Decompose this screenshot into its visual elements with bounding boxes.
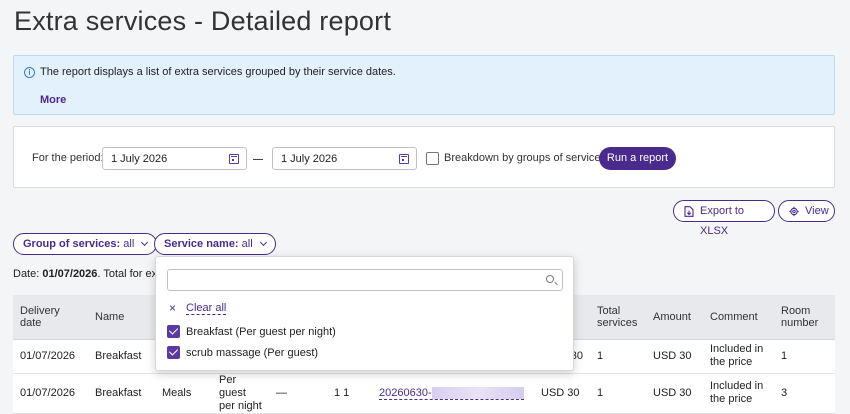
chevron-down-icon xyxy=(141,238,149,247)
redacted-block xyxy=(431,386,524,399)
date-from-input[interactable]: 1 July 2026 xyxy=(102,147,247,170)
filter-panel: For the period: 1 July 2026 1 July 2026 … xyxy=(13,126,835,188)
clear-all-link[interactable]: Clear all xyxy=(186,302,227,315)
date-to-input[interactable]: 1 July 2026 xyxy=(272,147,417,170)
cell-unit: Per guest per night xyxy=(212,373,269,414)
cell-dash: — xyxy=(269,373,327,414)
col-room-number: Room number xyxy=(774,295,835,340)
booking-link[interactable]: 20260630- xyxy=(379,386,524,400)
date-from-value: 1 July 2026 xyxy=(111,153,168,165)
summary-prefix: Date: xyxy=(13,268,40,280)
col-comment: Comment xyxy=(703,295,774,340)
export-label: Export to XLSX xyxy=(700,205,745,237)
cell-total: 1 xyxy=(590,339,646,374)
calendar-icon[interactable] xyxy=(399,154,409,164)
group-filter-value: all xyxy=(123,238,135,250)
cell-comment: Included in the price xyxy=(703,339,774,374)
option-label-breakfast[interactable]: Breakfast (Per guest per night) xyxy=(186,326,336,338)
col-amount: Amount xyxy=(646,295,703,340)
cell-amount: USD 30 xyxy=(646,373,703,414)
option-checkbox-scrub-massage[interactable] xyxy=(167,346,180,359)
clear-icon[interactable]: × xyxy=(169,301,176,315)
cell-total: 1 xyxy=(590,373,646,414)
group-of-services-filter[interactable]: Group of services: all xyxy=(13,233,158,255)
date-range-dash xyxy=(253,159,263,160)
booking-number: 20260630- xyxy=(379,386,432,399)
info-icon: i xyxy=(24,67,35,78)
info-text: The report displays a list of extra serv… xyxy=(40,66,396,78)
export-xlsx-button[interactable]: Export to XLSX xyxy=(673,200,775,237)
cell-qty: 1 1 xyxy=(327,373,372,414)
service-name-filter[interactable]: Service name: all xyxy=(154,233,276,255)
group-filter-label: Group of services: xyxy=(23,238,121,250)
run-report-button[interactable]: Run a report xyxy=(599,147,676,170)
summary-suffix: . Total for extr xyxy=(97,268,163,280)
calendar-icon[interactable] xyxy=(229,154,239,164)
cell-room: 3 xyxy=(774,373,835,414)
cell-delivery-date: 01/07/2026 xyxy=(13,373,88,414)
search-icon xyxy=(546,275,554,283)
summary-line: Date: 01/07/2026. Total for extr xyxy=(13,268,163,280)
cell-room: 1 xyxy=(774,339,835,374)
export-file-icon xyxy=(684,206,694,217)
cell-name: Breakfast xyxy=(88,339,155,374)
service-filter-value: all xyxy=(241,238,253,250)
cell-name: Breakfast xyxy=(88,373,155,414)
service-filter-label: Service name: xyxy=(164,238,239,250)
more-link[interactable]: More xyxy=(40,94,66,106)
breakdown-label: Breakdown by groups of services xyxy=(444,152,607,164)
cell-amount-partial: USD 30 xyxy=(534,373,590,414)
summary-date: 01/07/2026 xyxy=(42,268,98,280)
gear-icon xyxy=(789,206,799,217)
view-label: View xyxy=(805,205,829,217)
option-checkbox-breakfast[interactable] xyxy=(167,325,180,338)
service-name-dropdown: × Clear all Breakfast (Per guest per nig… xyxy=(155,256,574,371)
col-delivery-date: Delivery date xyxy=(13,295,88,340)
cell-booking[interactable]: 20260630- xyxy=(372,373,534,414)
info-banner: i The report displays a list of extra se… xyxy=(13,55,835,115)
date-to-value: 1 July 2026 xyxy=(281,153,338,165)
cell-amount: USD 30 xyxy=(646,339,703,374)
page-title: Extra services - Detailed report xyxy=(14,6,392,36)
col-total-services: Total services xyxy=(590,295,646,340)
col-name: Name xyxy=(88,295,155,340)
chevron-down-icon xyxy=(259,238,267,247)
dropdown-search-input[interactable] xyxy=(167,269,563,291)
period-label: For the period: xyxy=(32,152,104,164)
view-button[interactable]: View xyxy=(778,200,835,222)
cell-delivery-date: 01/07/2026 xyxy=(13,339,88,374)
cell-group: Meals xyxy=(155,373,212,414)
table-row: 01/07/2026 Breakfast Meals Per guest per… xyxy=(13,373,835,414)
cell-comment: Included in the price xyxy=(703,373,774,414)
breakdown-checkbox[interactable] xyxy=(426,152,439,165)
option-label-scrub-massage[interactable]: scrub massage (Per guest) xyxy=(186,347,318,359)
